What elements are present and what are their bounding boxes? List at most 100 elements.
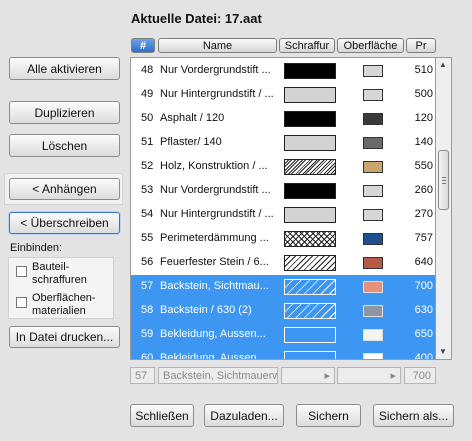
surface-swatch[interactable]	[363, 161, 383, 173]
table-row[interactable]: 60 Bekleidung, Aussen... 400	[131, 347, 435, 360]
row-number: 50	[141, 112, 154, 124]
selected-name-field: Backstein, Sichtmauerwe	[158, 367, 278, 384]
row-number: 53	[141, 184, 154, 196]
hatch-swatch[interactable]	[284, 255, 336, 271]
table-row[interactable]: 48 Nur Vordergrundstift ... 510	[131, 59, 435, 83]
hatch-swatch[interactable]	[284, 183, 336, 199]
table-row[interactable]: 55 Perimeterdämmung ... 757	[131, 227, 435, 251]
hatch-swatch[interactable]	[284, 111, 336, 127]
scrollbar-thumb[interactable]	[438, 150, 449, 210]
surface-arrow-icon: ▸	[390, 370, 396, 382]
hatch-checkbox-label-line2: schraffuren	[32, 274, 87, 286]
row-name: Nur Hintergrundstift / ...	[160, 208, 274, 220]
row-name: Perimeterdämmung ...	[160, 232, 269, 244]
hatch-swatch[interactable]	[284, 231, 336, 247]
hatch-swatch[interactable]	[284, 351, 336, 359]
row-name: Asphalt / 120	[160, 112, 225, 124]
hatch-swatch[interactable]	[284, 159, 336, 175]
surface-swatch[interactable]	[363, 65, 383, 77]
row-number: 56	[141, 256, 154, 268]
delete-button[interactable]: Löschen	[9, 134, 120, 157]
row-name: Bekleidung, Aussen...	[160, 352, 266, 360]
column-header-name[interactable]: Name	[158, 38, 277, 53]
row-number: 52	[141, 160, 154, 172]
column-header-pen[interactable]: Pr	[406, 38, 436, 53]
hatch-swatch[interactable]	[284, 87, 336, 103]
row-number: 49	[141, 88, 154, 100]
row-pen: 140	[414, 136, 433, 148]
page-title: Aktuelle Datei: 17.aat	[131, 11, 262, 26]
scroll-up-arrow-icon[interactable]: ▲	[439, 60, 447, 69]
surface-swatch[interactable]	[363, 113, 383, 125]
surface-swatch[interactable]	[363, 257, 383, 269]
hatch-checkbox-label-line1: Bauteil-	[32, 261, 70, 273]
surface-swatch[interactable]	[363, 353, 383, 359]
row-pen: 650	[414, 328, 433, 340]
table-row[interactable]: 52 Holz, Konstruktion / ... 550	[131, 155, 435, 179]
row-pen: 640	[414, 256, 433, 268]
surface-checkbox[interactable]	[16, 297, 27, 308]
table-row[interactable]: 56 Feuerfester Stein / 6... 640	[131, 251, 435, 275]
row-name: Backstein / 630 (2)	[160, 304, 252, 316]
overwrite-button[interactable]: < Überschreiben	[9, 212, 120, 234]
hatch-checkbox[interactable]	[16, 266, 27, 277]
row-pen: 500	[414, 88, 433, 100]
column-header-number[interactable]: #	[131, 38, 155, 53]
row-number: 60	[141, 352, 154, 360]
table-row[interactable]: 58 Backstein / 630 (2) 630	[131, 299, 435, 323]
table-row[interactable]: 59 Bekleidung, Aussen... 650	[131, 323, 435, 347]
row-pen: 270	[414, 208, 433, 220]
row-number: 54	[141, 208, 154, 220]
print-to-file-button[interactable]: In Datei drucken...	[9, 326, 120, 348]
hatch-swatch[interactable]	[284, 303, 336, 319]
load-button[interactable]: Dazuladen...	[204, 404, 284, 427]
scroll-down-arrow-icon[interactable]: ▼	[439, 347, 447, 356]
duplicate-button[interactable]: Duplizieren	[9, 101, 120, 124]
row-name: Pflaster/ 140	[160, 136, 222, 148]
surface-checkbox-label-line2: materialien	[32, 305, 86, 317]
surface-swatch[interactable]	[363, 209, 383, 221]
table-row[interactable]: 57 Backstein, Sichtmau... 700	[131, 275, 435, 299]
row-number: 57	[141, 280, 154, 292]
surface-swatch[interactable]	[363, 329, 383, 341]
close-button[interactable]: Schließen	[130, 404, 194, 427]
save-as-button[interactable]: Sichern als...	[373, 404, 454, 427]
attribute-list[interactable]: 48 Nur Vordergrundstift ... 510 49 Nur Hinte…	[130, 57, 436, 360]
surface-swatch[interactable]	[363, 89, 383, 101]
row-name: Holz, Konstruktion / ...	[160, 160, 268, 172]
activate-all-button[interactable]: Alle aktivieren	[9, 57, 120, 80]
append-button[interactable]: < Anhängen	[9, 178, 120, 200]
row-number: 59	[141, 328, 154, 340]
hatch-arrow-icon: ▸	[324, 370, 330, 382]
table-row[interactable]: 49 Nur Hintergrundstift / ... 500	[131, 83, 435, 107]
surface-swatch[interactable]	[363, 137, 383, 149]
surface-swatch[interactable]	[363, 281, 383, 293]
table-row[interactable]: 53 Nur Vordergrundstift ... 260	[131, 179, 435, 203]
row-number: 48	[141, 64, 154, 76]
selected-number-field: 57	[130, 367, 155, 384]
selected-hatch-field: ▸	[281, 367, 335, 384]
table-row[interactable]: 50 Asphalt / 120 120	[131, 107, 435, 131]
surface-swatch[interactable]	[363, 185, 383, 197]
hatch-swatch[interactable]	[284, 63, 336, 79]
list-scrollbar[interactable]: ▲ ▼	[436, 57, 452, 360]
surface-swatch[interactable]	[363, 305, 383, 317]
hatch-swatch[interactable]	[284, 327, 336, 343]
row-number: 58	[141, 304, 154, 316]
row-name: Feuerfester Stein / 6...	[160, 256, 269, 268]
hatch-swatch[interactable]	[284, 279, 336, 295]
table-row[interactable]: 51 Pflaster/ 140 140	[131, 131, 435, 155]
row-number: 51	[141, 136, 154, 148]
save-button[interactable]: Sichern	[296, 404, 361, 427]
hatch-swatch[interactable]	[284, 135, 336, 151]
column-header-surface[interactable]: Oberfläche	[337, 38, 404, 53]
hatch-swatch[interactable]	[284, 207, 336, 223]
row-pen: 510	[414, 64, 433, 76]
selected-pen-field: 700	[404, 367, 436, 384]
selected-surface-field: ▸	[337, 367, 401, 384]
column-header-hatch[interactable]: Schraffur	[279, 38, 335, 53]
row-pen: 400	[414, 352, 433, 360]
table-row[interactable]: 54 Nur Hintergrundstift / ... 270	[131, 203, 435, 227]
row-pen: 550	[414, 160, 433, 172]
surface-swatch[interactable]	[363, 233, 383, 245]
